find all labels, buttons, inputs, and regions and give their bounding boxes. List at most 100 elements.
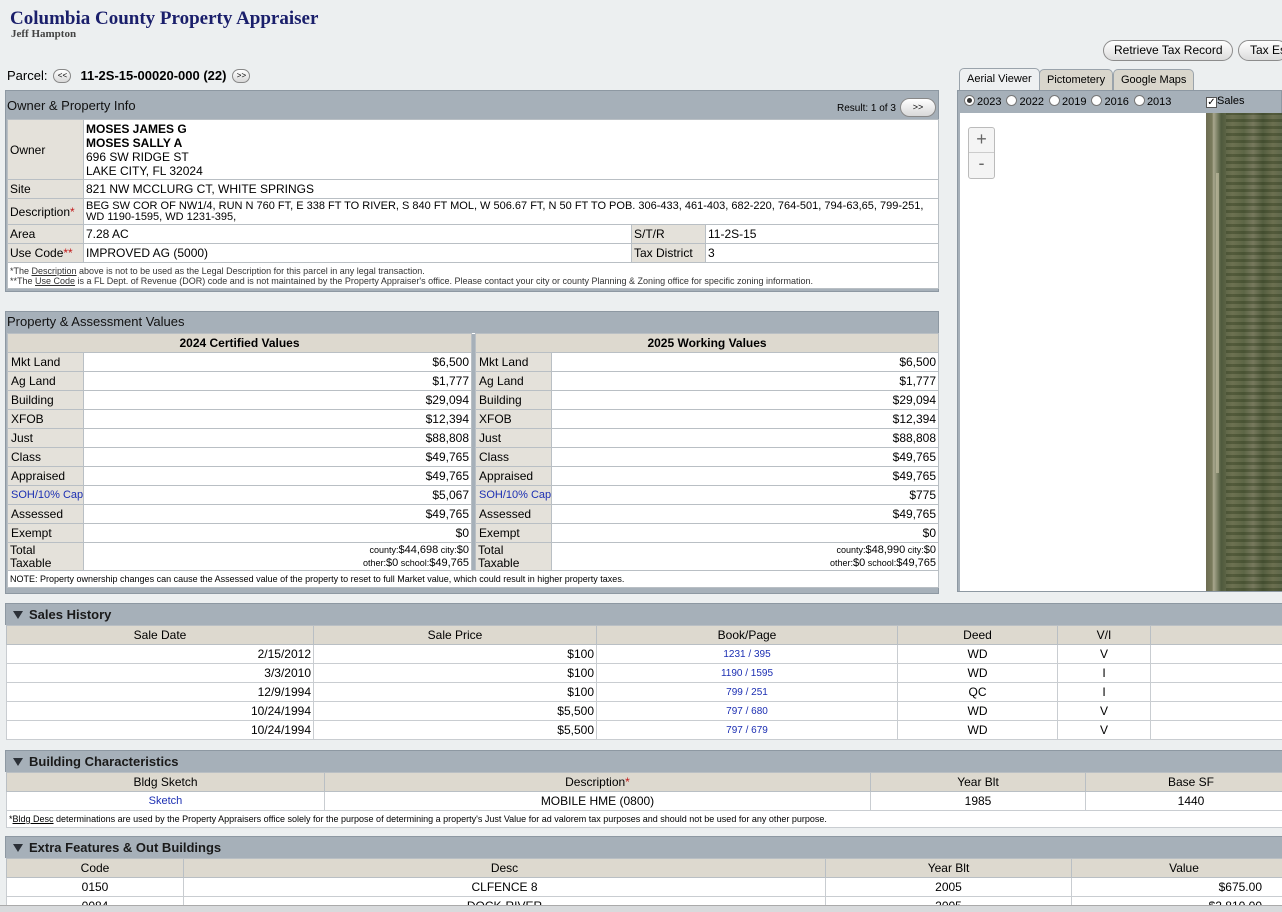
value-2024: $12,394 <box>82 409 473 429</box>
sales-history-header[interactable]: Sales History <box>5 603 1282 625</box>
zoom-in-button[interactable]: + <box>969 128 994 153</box>
book-page-link[interactable]: 799 / 251 <box>596 682 898 702</box>
sale-date-header: Sale Date <box>6 625 314 645</box>
use-code-value: IMPROVED AG (5000) <box>83 243 632 263</box>
collapse-triangle-icon <box>13 611 23 619</box>
year-radio-2016[interactable]: 2016 <box>1091 95 1129 108</box>
values-note: NOTE: Property ownership changes can cau… <box>6 570 940 588</box>
value-label[interactable]: SOH/10% Cap <box>475 485 553 505</box>
deed-type: WD <box>897 701 1058 721</box>
assessment-values-panel: Property & Assessment Values 2024 Certif… <box>5 311 940 594</box>
value-label: Ag Land <box>7 371 84 391</box>
owner-name-1: MOSES JAMES G <box>86 122 187 136</box>
building-characteristics-header[interactable]: Building Characteristics <box>5 750 1282 772</box>
value-label: Assessed <box>475 504 553 524</box>
owner-notes: *The Description above is not to be used… <box>6 262 940 289</box>
feature-value: $675.00 <box>1071 877 1282 897</box>
book-page-link[interactable]: 1231 / 395 <box>596 644 898 664</box>
feature-desc: CLFENCE 8 <box>183 877 826 897</box>
tax-estimator-button[interactable]: Tax Es <box>1238 40 1282 61</box>
table-row: 3/3/2010 $100 1190 / 1595 WD I <box>6 663 1282 683</box>
owner-label: Owner <box>7 119 84 180</box>
sale-price: $5,500 <box>313 720 597 740</box>
bldg-desc-link[interactable]: Bldg Desc <box>13 814 54 824</box>
parcel-id: 11-2S-15-00020-000 (22) <box>80 68 227 83</box>
value-label: XFOB <box>7 409 84 429</box>
radio-icon <box>1133 95 1145 106</box>
value-label: XFOB <box>475 409 553 429</box>
feature-desc: DOCK-RIVER <box>183 896 826 905</box>
owner-info-table: Owner MOSES JAMES G MOSES SALLY A 696 SW… <box>6 119 940 289</box>
total-taxable-label-2: Total Taxable <box>475 542 553 571</box>
total-taxable-label: Total Taxable <box>7 542 84 571</box>
description-link[interactable]: Description <box>32 266 77 276</box>
sale-date: 12/9/1994 <box>6 682 314 702</box>
owner-address-1: 696 SW RIDGE ST <box>86 150 189 164</box>
map-blank-area[interactable] <box>960 113 1206 591</box>
value-label: Just <box>475 428 553 448</box>
horizontal-scrollbar[interactable] <box>0 905 1282 912</box>
table-row: 0150 CLFENCE 8 2005 $675.00 <box>6 877 1282 897</box>
value-label[interactable]: SOH/10% Cap <box>7 485 84 505</box>
year-radio-2019[interactable]: 2019 <box>1048 95 1086 108</box>
table-row: 10/24/1994 $5,500 797 / 679 WD V <box>6 720 1282 740</box>
value-2025: $12,394 <box>551 409 940 429</box>
prev-parcel-button[interactable]: << <box>53 69 72 83</box>
collapse-triangle-icon <box>13 844 23 852</box>
next-parcel-button[interactable]: >> <box>232 69 251 83</box>
value-2024: $0 <box>82 523 473 543</box>
page-subtitle: Jeff Hampton <box>11 28 77 40</box>
next-result-button[interactable]: >> <box>900 98 936 117</box>
value-2025: $49,765 <box>551 447 940 467</box>
value-2025: $0 <box>551 523 940 543</box>
zoom-control: + - <box>968 127 995 179</box>
year-radio-2022[interactable]: 2022 <box>1006 95 1044 108</box>
extra-features-header[interactable]: Extra Features & Out Buildings <box>5 836 1282 858</box>
extra-features-table: Code Desc Year Blt Value 0150 CLFENCE 8 20… <box>6 858 1282 905</box>
book-page-link[interactable]: 1190 / 1595 <box>596 663 898 683</box>
table-row: Ag Land $1,777 Ag Land $1,777 <box>7 371 940 391</box>
sale-price-header: Sale Price <box>313 625 597 645</box>
use-code-link[interactable]: Use Code <box>35 276 75 286</box>
deed-type: WD <box>897 720 1058 740</box>
table-row: 0084DOCK-RIVER2005$2,810.00 <box>6 896 1282 905</box>
radio-icon <box>1091 95 1103 106</box>
desc-header: Desc <box>183 858 826 878</box>
zoom-out-button[interactable]: - <box>969 153 994 178</box>
tab-pictometery[interactable]: Pictometery <box>1039 69 1114 91</box>
value-2024: $6,500 <box>82 352 473 372</box>
tab-google-maps[interactable]: Google Maps <box>1113 69 1195 91</box>
book-page-link[interactable]: 797 / 679 <box>596 720 898 740</box>
book-page-link[interactable]: 797 / 680 <box>596 701 898 721</box>
bldg-year: 1985 <box>870 791 1086 811</box>
deed-type: QC <box>897 682 1058 702</box>
year-radio-2013[interactable]: 2013 <box>1133 95 1171 108</box>
value-2024: $5,067 <box>82 485 473 505</box>
owner-property-panel: Owner & Property Info Result: 1 of 3 >> … <box>5 90 940 292</box>
retrieve-tax-record-button[interactable]: Retrieve Tax Record <box>1103 40 1233 61</box>
year-radio-2023[interactable]: 2023 <box>964 95 1001 108</box>
value-2024: $49,765 <box>82 504 473 524</box>
use-code-label: Use Code** <box>7 243 84 263</box>
vi-value: I <box>1057 682 1151 702</box>
table-row: Exempt $0 Exempt $0 <box>7 523 940 543</box>
bldg-note: *Bldg Desc determinations are used by th… <box>6 810 1282 828</box>
values-table: 2024 Certified Values 2025 Working Value… <box>6 333 940 588</box>
value-label: Just <box>7 428 84 448</box>
aerial-image[interactable] <box>1206 113 1282 591</box>
radio-icon <box>1006 95 1018 106</box>
value-2024: $88,808 <box>82 428 473 448</box>
feature-year: 2005 <box>825 896 1072 905</box>
sale-date: 10/24/1994 <box>6 720 314 740</box>
sales-toggle[interactable]: ✓Sales <box>1206 95 1245 108</box>
tab-aerial-viewer[interactable]: Aerial Viewer <box>959 68 1040 91</box>
value-label: Appraised <box>475 466 553 486</box>
parcel-navigation: Parcel: << 11-2S-15-00020-000 (22) >> <box>7 67 251 85</box>
value-2025: $6,500 <box>551 352 940 372</box>
sketch-link[interactable]: Sketch <box>6 791 325 811</box>
page-title: Columbia County Property Appraiser <box>10 8 319 29</box>
value-label: Class <box>475 447 553 467</box>
table-row: Sketch MOBILE HME (0800) 1985 1440 <box>6 791 1282 811</box>
sale-price: $100 <box>313 644 597 664</box>
values-panel-title: Property & Assessment Values <box>7 314 185 329</box>
